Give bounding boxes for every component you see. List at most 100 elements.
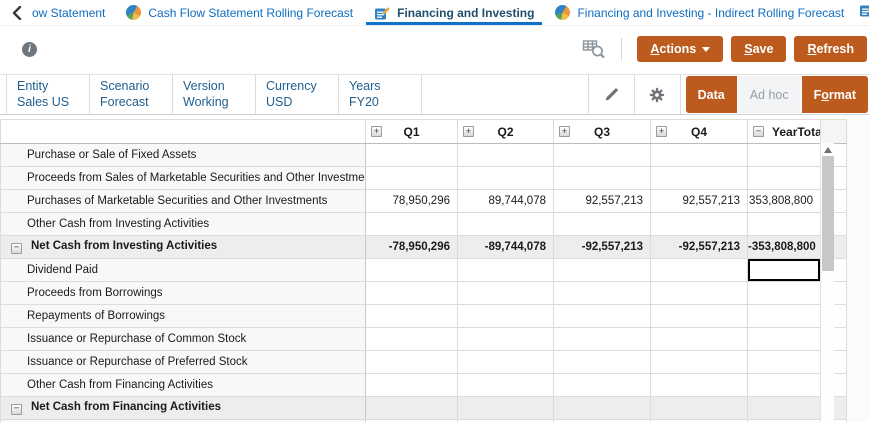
data-view-button[interactable]: Data bbox=[685, 76, 737, 113]
collapse-icon[interactable]: − bbox=[11, 403, 22, 415]
expand-icon[interactable]: + bbox=[656, 126, 667, 137]
grid-cell[interactable] bbox=[457, 143, 554, 167]
grid-cell[interactable] bbox=[365, 143, 458, 167]
grid-cell[interactable] bbox=[457, 304, 554, 328]
grid-cell[interactable] bbox=[553, 373, 651, 397]
grid-cell[interactable] bbox=[650, 350, 748, 374]
grid-cell[interactable] bbox=[553, 212, 651, 236]
row-header[interactable]: Purchase or Sale of Fixed Assets bbox=[0, 143, 366, 167]
row-header[interactable]: Purchases of Marketable Securities and O… bbox=[0, 189, 366, 213]
grid-cell[interactable]: -78,950,296 bbox=[365, 235, 458, 259]
tab-financing-and-investing-indirect-rolling-forecast[interactable]: Financing and Investing - Indirect Rolli… bbox=[549, 0, 850, 25]
grid-cell[interactable] bbox=[365, 281, 458, 305]
pov-currency[interactable]: Currency USD bbox=[256, 75, 339, 114]
tab-cash-flow-statement-rolling-forecast[interactable]: Cash Flow Statement Rolling Forecast bbox=[120, 0, 359, 25]
grid-cell[interactable]: -353,808,800 bbox=[747, 235, 821, 259]
grid-cell[interactable] bbox=[650, 212, 748, 236]
grid-cell[interactable] bbox=[457, 350, 554, 374]
pov-entity[interactable]: Entity Sales US bbox=[7, 75, 90, 114]
edit-pov-pencil-icon[interactable] bbox=[587, 75, 634, 114]
row-header[interactable]: Issuance or Repurchase of Common Stock bbox=[0, 327, 366, 351]
grid-cell[interactable] bbox=[747, 373, 821, 397]
row-header[interactable]: − Net Cash from Investing Activities bbox=[0, 235, 366, 259]
grid-cell[interactable] bbox=[365, 258, 458, 282]
grid-cell[interactable] bbox=[457, 212, 554, 236]
tab-ow-statement[interactable]: ow Statement bbox=[26, 0, 111, 25]
grid-cell[interactable] bbox=[457, 166, 554, 190]
grid-cell[interactable]: 92,557,213 bbox=[553, 189, 651, 213]
collapse-icon[interactable]: − bbox=[11, 242, 22, 254]
grid-cell[interactable]: -92,557,213 bbox=[650, 235, 748, 259]
grid-cell[interactable] bbox=[747, 304, 821, 328]
expand-icon[interactable]: + bbox=[371, 126, 382, 137]
grid-cell[interactable]: 353,808,800 bbox=[747, 189, 821, 213]
grid-cell[interactable] bbox=[650, 396, 748, 420]
grid-cell[interactable] bbox=[553, 281, 651, 305]
pov-scenario[interactable]: Scenario Forecast bbox=[90, 75, 173, 114]
row-header[interactable]: − Net Cash from Financing Activities bbox=[0, 396, 366, 420]
refresh-button[interactable]: Refresh bbox=[794, 36, 867, 62]
grid-cell[interactable] bbox=[747, 143, 821, 167]
row-header[interactable]: Other Cash from Investing Activities bbox=[0, 212, 366, 236]
grid-cell[interactable] bbox=[457, 258, 554, 282]
grid-cell[interactable] bbox=[650, 281, 748, 305]
column-header-q2[interactable]: + Q2 bbox=[457, 119, 554, 144]
expand-icon[interactable]: + bbox=[559, 126, 570, 137]
grid-cell[interactable] bbox=[747, 396, 821, 420]
pov-version[interactable]: Version Working bbox=[173, 75, 256, 114]
grid-cell[interactable] bbox=[747, 281, 821, 305]
row-header[interactable]: Dividend Paid bbox=[0, 258, 366, 282]
grid-cell[interactable] bbox=[365, 373, 458, 397]
grid-cell[interactable] bbox=[650, 258, 748, 282]
save-button[interactable]: Save bbox=[731, 36, 787, 62]
grid-cell[interactable] bbox=[650, 327, 748, 351]
grid-cell[interactable] bbox=[747, 212, 821, 236]
row-header[interactable]: Repayments of Borrowings bbox=[0, 304, 366, 328]
grid-cell[interactable] bbox=[553, 396, 651, 420]
grid-cell[interactable] bbox=[457, 281, 554, 305]
grid-cell[interactable] bbox=[553, 166, 651, 190]
grid-cell[interactable] bbox=[553, 143, 651, 167]
grid-cell[interactable] bbox=[553, 350, 651, 374]
expand-icon[interactable]: + bbox=[463, 126, 474, 137]
grid-cell[interactable] bbox=[457, 327, 554, 351]
column-header-yeartotal[interactable]: − YearTotal bbox=[747, 119, 821, 144]
grid-cell[interactable]: -89,744,078 bbox=[457, 235, 554, 259]
grid-cell[interactable] bbox=[747, 350, 821, 374]
grid-cell[interactable] bbox=[365, 212, 458, 236]
grid-cell[interactable] bbox=[365, 350, 458, 374]
collapse-icon[interactable]: − bbox=[753, 126, 764, 137]
column-header-q3[interactable]: + Q3 bbox=[553, 119, 651, 144]
pov-years[interactable]: Years FY20 bbox=[339, 75, 422, 114]
grid-cell[interactable] bbox=[553, 304, 651, 328]
grid-cell[interactable] bbox=[650, 373, 748, 397]
selected-cell[interactable] bbox=[747, 258, 821, 282]
grid-cell[interactable] bbox=[457, 396, 554, 420]
row-header[interactable]: Other Cash from Financing Activities bbox=[0, 373, 366, 397]
grid-cell[interactable]: 92,557,213 bbox=[650, 189, 748, 213]
format-view-button[interactable]: Fo rmat bbox=[801, 76, 868, 113]
row-header[interactable]: Proceeds from Borrowings bbox=[0, 281, 366, 305]
grid-cell[interactable] bbox=[365, 327, 458, 351]
settings-gear-icon[interactable] bbox=[633, 75, 681, 114]
scrollbar-up-arrow-icon[interactable] bbox=[821, 143, 834, 155]
grid-cell[interactable] bbox=[365, 396, 458, 420]
vertical-scrollbar[interactable] bbox=[820, 143, 834, 422]
grid-cell[interactable]: -92,557,213 bbox=[553, 235, 651, 259]
column-header-q1[interactable]: + Q1 bbox=[365, 119, 458, 144]
column-header-q4[interactable]: + Q4 bbox=[650, 119, 748, 144]
row-header[interactable]: Issuance or Repurchase of Preferred Stoc… bbox=[0, 350, 366, 374]
grid-cell[interactable] bbox=[747, 327, 821, 351]
tab-financing-and-investing[interactable]: Financing and Investing bbox=[366, 0, 543, 25]
scrollbar-thumb[interactable] bbox=[822, 156, 834, 271]
row-header[interactable]: Proceeds from Sales of Marketable Securi… bbox=[0, 166, 366, 190]
grid-cell[interactable] bbox=[650, 143, 748, 167]
grid-cell[interactable] bbox=[365, 166, 458, 190]
grid-cell[interactable] bbox=[553, 327, 651, 351]
grid-cell[interactable] bbox=[650, 304, 748, 328]
grid-cell[interactable] bbox=[747, 166, 821, 190]
grid-cell[interactable]: 78,950,296 bbox=[365, 189, 458, 213]
grid-cell[interactable] bbox=[365, 304, 458, 328]
scroll-tabs-left-icon[interactable] bbox=[8, 0, 26, 25]
grid-cell[interactable] bbox=[457, 373, 554, 397]
